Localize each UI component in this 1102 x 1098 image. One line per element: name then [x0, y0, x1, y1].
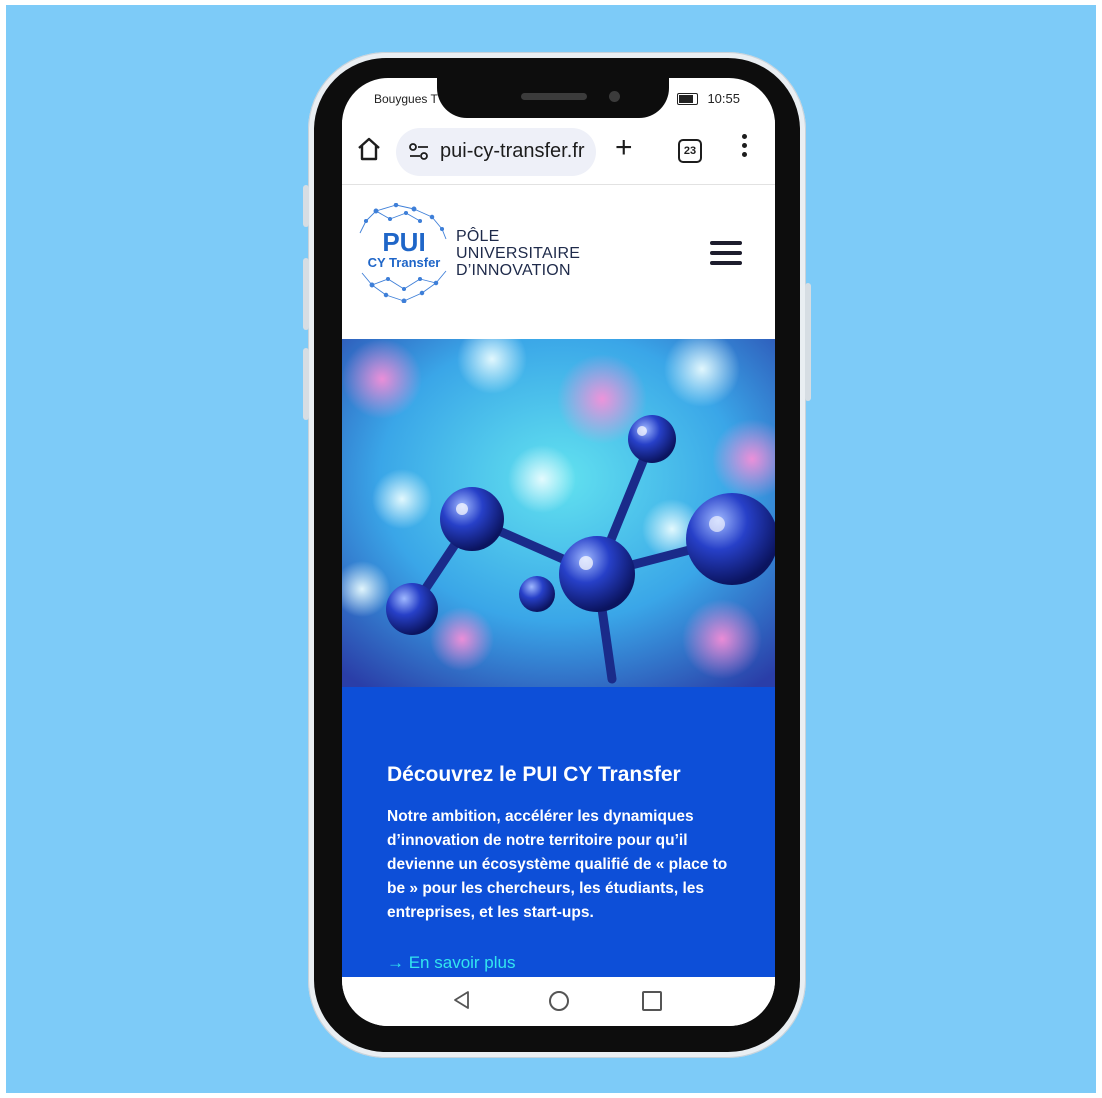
- front-camera: [609, 91, 620, 102]
- address-bar[interactable]: pui-cy-transfer.fr: [396, 128, 596, 176]
- phone-side-button: [303, 258, 309, 330]
- phone-power-button: [805, 283, 811, 401]
- android-nav-bar: [342, 977, 775, 1026]
- browser-toolbar: pui-cy-transfer.fr + 23: [342, 120, 775, 185]
- back-triangle-icon[interactable]: [452, 990, 470, 1010]
- phone-speaker: [521, 93, 587, 100]
- url-text: pui-cy-transfer.fr: [440, 140, 585, 162]
- tabs-icon[interactable]: 23: [678, 139, 702, 163]
- logo-mark-subtext: CY Transfer: [368, 255, 441, 270]
- hero-image: [342, 339, 775, 687]
- tagline-line: PÔLE: [456, 228, 500, 245]
- promo-body: Notre ambition, accélérer les dynamiques…: [387, 808, 728, 921]
- site-logo[interactable]: PUI CY Transfer: [356, 203, 452, 303]
- home-icon[interactable]: [356, 136, 382, 162]
- clock: 10:55: [707, 91, 740, 106]
- site-header: PUI CY Transfer PÔLE UNIVERSITAIRE D’INN…: [342, 185, 775, 339]
- logo-mark-text: PUI: [382, 227, 425, 257]
- home-circle-icon[interactable]: [549, 991, 569, 1011]
- phone-side-button: [303, 348, 309, 420]
- new-tab-plus-icon[interactable]: +: [615, 133, 633, 163]
- carrier-label: Bouygues T: [374, 92, 438, 106]
- promo-section: Découvrez le PUI CY Transfer Notre ambit…: [342, 687, 775, 977]
- site-settings-icon[interactable]: [408, 142, 430, 162]
- tagline-line: UNIVERSITAIRE: [456, 245, 581, 262]
- recents-square-icon[interactable]: [642, 991, 662, 1011]
- more-vert-icon[interactable]: [742, 134, 748, 162]
- learn-more-link[interactable]: → En savoir plus: [387, 953, 516, 973]
- phone-screen: Bouygues T 10:55 pui-cy-transfer.fr + 23: [342, 78, 775, 1026]
- phone-side-button: [303, 185, 309, 227]
- battery-icon: [677, 93, 698, 105]
- promo-heading: Découvrez le PUI CY Transfer: [387, 763, 681, 786]
- site-tagline: PÔLE UNIVERSITAIRE D’INNOVATION: [456, 228, 580, 279]
- hamburger-menu-icon[interactable]: [710, 241, 742, 265]
- tagline-line: D’INNOVATION: [456, 262, 571, 279]
- phone-notch: [437, 66, 669, 118]
